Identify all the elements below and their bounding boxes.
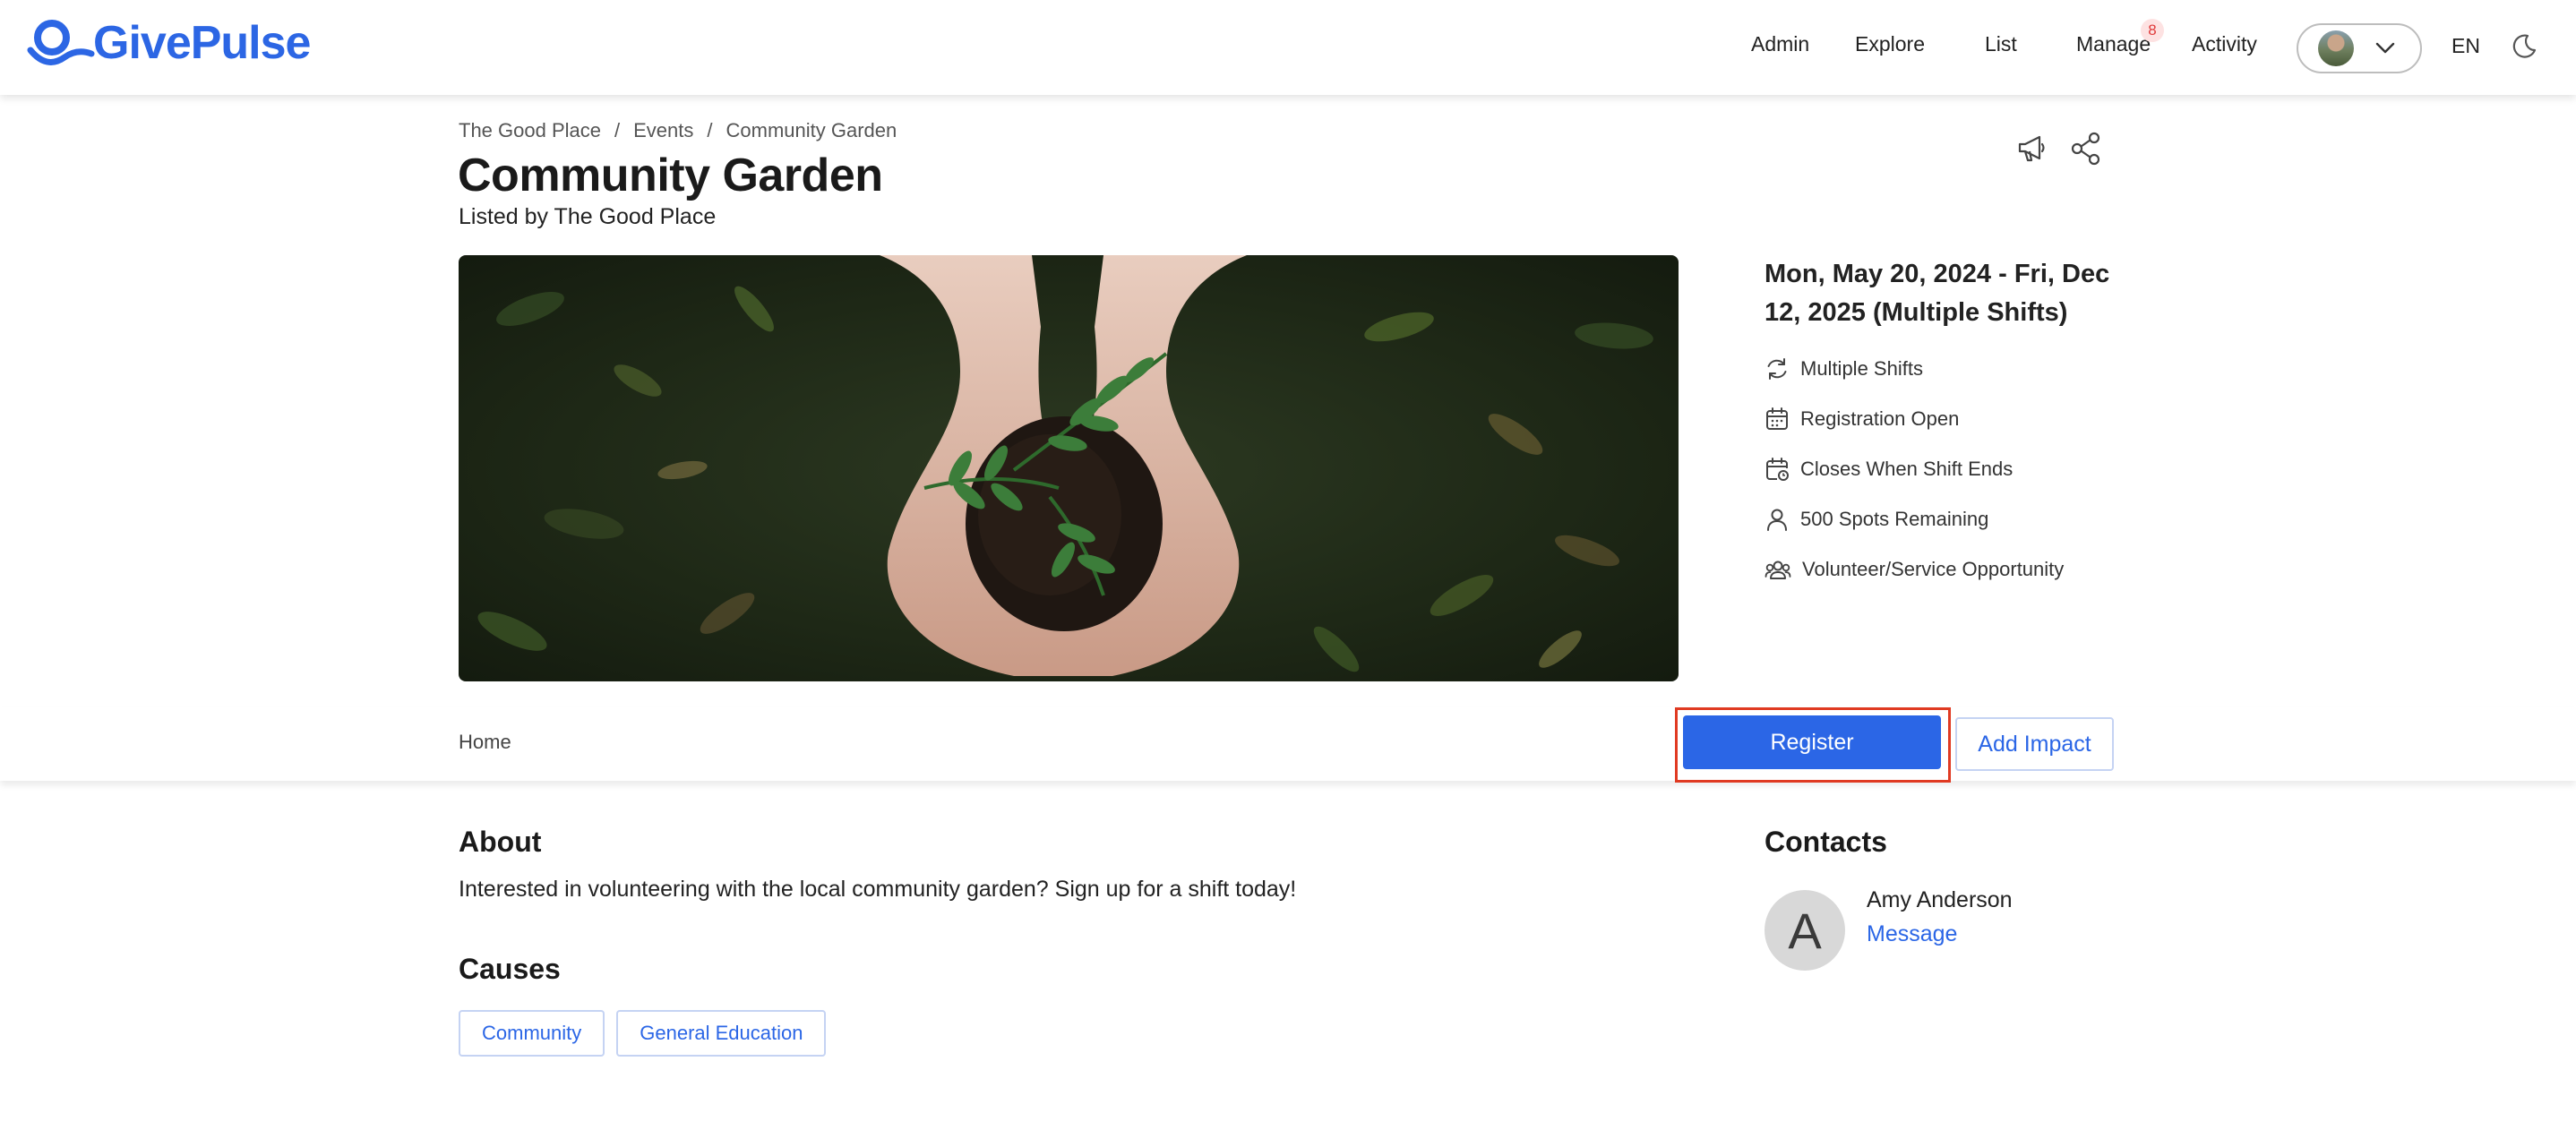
- event-date-range: Mon, May 20, 2024 - Fri, Dec 12, 2025 (M…: [1765, 260, 2110, 327]
- tab-home[interactable]: Home: [459, 731, 511, 754]
- calendar-clock-icon: [1766, 458, 1789, 481]
- breadcrumb-current[interactable]: Community Garden: [726, 119, 897, 142]
- logo-mark-icon: [27, 20, 95, 65]
- user-menu-button[interactable]: [2297, 23, 2422, 73]
- breadcrumb-org[interactable]: The Good Place: [459, 119, 601, 142]
- info-row-closes: Closes When Shift Ends: [1765, 456, 2141, 483]
- share-icon: [2071, 132, 2100, 166]
- contact-name: Amy Anderson: [1867, 887, 2013, 912]
- about-description: Interested in volunteering with the loca…: [459, 877, 1297, 902]
- contact-avatar: A: [1765, 890, 1845, 971]
- language-selector[interactable]: EN: [2451, 34, 2480, 58]
- chevron-down-icon: [2375, 42, 2395, 54]
- add-impact-button[interactable]: Add Impact: [1955, 717, 2114, 771]
- page-title: Community Garden: [458, 150, 883, 201]
- megaphone-icon: [2018, 135, 2045, 162]
- nav-activity[interactable]: Activity: [2192, 32, 2257, 56]
- calendar-icon: [1766, 407, 1788, 430]
- breadcrumb-separator: /: [707, 119, 713, 141]
- info-row-label: Registration Open: [1800, 407, 1960, 430]
- about-heading: About: [459, 826, 542, 858]
- event-hero-image: [459, 255, 1679, 681]
- manage-notification-badge: 8: [2141, 19, 2164, 42]
- listed-by-text: Listed by The Good Place: [459, 204, 717, 229]
- event-tab-bar: Home Register Add Impact: [0, 707, 2576, 783]
- share-button[interactable]: [2066, 129, 2106, 168]
- breadcrumb-events[interactable]: Events: [633, 119, 693, 142]
- contacts-heading: Contacts: [1765, 826, 1887, 858]
- breadcrumb: The Good Place / Events / Community Gard…: [459, 119, 897, 142]
- nav-manage[interactable]: Manage: [2076, 32, 2151, 56]
- info-row-label: Multiple Shifts: [1800, 357, 1923, 380]
- promote-megaphone-button[interactable]: [2012, 129, 2051, 168]
- causes-list: Community General Education: [459, 1010, 827, 1057]
- person-icon: [1767, 509, 1787, 531]
- nav-list[interactable]: List: [1985, 32, 2017, 56]
- event-info-panel: Mon, May 20, 2024 - Fri, Dec 12, 2025 (M…: [1765, 255, 2141, 583]
- hands-seedling-illustration: [459, 255, 1679, 681]
- group-icon: [1765, 561, 1791, 579]
- refresh-icon: [1767, 358, 1787, 380]
- info-row-label: 500 Spots Remaining: [1800, 508, 1989, 530]
- causes-heading: Causes: [459, 953, 561, 985]
- cause-chip-community[interactable]: Community: [459, 1010, 605, 1057]
- user-avatar: [2318, 30, 2354, 66]
- givepulse-logo[interactable]: GivePulse: [27, 16, 311, 70]
- info-row-shifts: Multiple Shifts: [1765, 355, 2141, 382]
- info-row-spots: 500 Spots Remaining: [1765, 506, 2141, 533]
- contact-message-link[interactable]: Message: [1867, 921, 1957, 947]
- top-navbar: GivePulse Admin Explore List Manage 8 Ac…: [0, 0, 2576, 95]
- logo-text: GivePulse: [93, 17, 311, 69]
- dark-mode-moon-icon[interactable]: [2511, 32, 2537, 59]
- breadcrumb-separator: /: [614, 119, 621, 141]
- register-button[interactable]: Register: [1683, 715, 1941, 769]
- info-row-label: Volunteer/Service Opportunity: [1802, 558, 2065, 580]
- info-row-registration: Registration Open: [1765, 406, 2141, 432]
- info-row-label: Closes When Shift Ends: [1800, 458, 2014, 480]
- info-row-type: Volunteer/Service Opportunity: [1765, 556, 2141, 583]
- nav-admin[interactable]: Admin: [1751, 32, 1809, 56]
- cause-chip-general-education[interactable]: General Education: [616, 1010, 827, 1057]
- nav-explore[interactable]: Explore: [1855, 32, 1925, 56]
